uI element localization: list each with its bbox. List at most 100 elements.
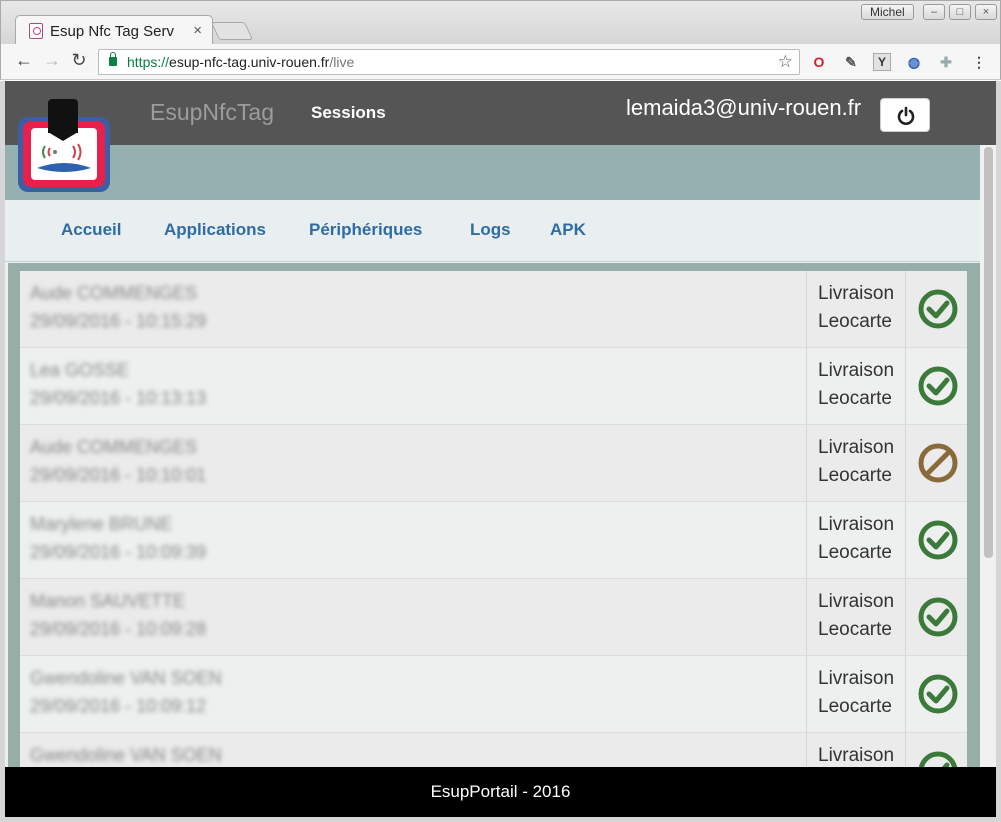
window-frame-right — [996, 81, 1001, 822]
browser-titlebar: Esup Nfc Tag Serv × Michel – □ × — [0, 0, 1001, 46]
session-datetime: 29/09/2016 - 10:09:39 — [30, 542, 207, 562]
status-cell — [907, 348, 967, 424]
session-datetime: 29/09/2016 - 10:09:28 — [30, 619, 207, 639]
back-icon[interactable]: ← — [13, 50, 35, 71]
eyedropper-icon[interactable]: ✎ — [841, 52, 861, 72]
reload-icon[interactable]: ↻ — [68, 50, 90, 71]
status-cell — [907, 579, 967, 655]
person-cell: Aude COMMENGES 29/09/2016 - 10:15:29 — [20, 271, 807, 347]
app-header: EsupNfcTag Sessions lemaida3@univ-rouen.… — [5, 81, 996, 145]
type-cell: Livraison Leocarte — [808, 425, 906, 501]
power-icon — [897, 106, 915, 125]
url-host: esup-nfc-tag.univ-rouen.fr — [169, 54, 330, 70]
type-label: Livraison — [818, 437, 895, 458]
tab-title: Esup Nfc Tag Serv — [50, 23, 174, 40]
table-row: Manon SAUVETTE 29/09/2016 - 10:09:28 Livra… — [20, 579, 967, 656]
tab-close-icon[interactable]: × — [193, 22, 202, 39]
person-name: Aude COMMENGES — [30, 437, 198, 457]
scrollbar-thumb[interactable] — [984, 147, 993, 558]
sessions-table: Aude COMMENGES 29/09/2016 - 10:15:29 Livra… — [20, 271, 967, 810]
sub-navigation: Accueil Applications Périphériques Logs … — [5, 200, 996, 262]
type-card: Leocarte — [818, 542, 892, 563]
bookmark-star-icon[interactable]: ☆ — [778, 52, 793, 72]
type-card: Leocarte — [818, 619, 892, 640]
url-path: /live — [329, 54, 355, 70]
table-row: Lea GOSSE 29/09/2016 - 10:13:13 Livraison L… — [20, 348, 967, 425]
person-name: Gwendoline VAN SOEN — [30, 668, 222, 688]
person-name: Gwendoline VAN SOEN — [30, 745, 222, 765]
lock-icon — [109, 52, 117, 66]
close-window-button[interactable]: × — [975, 4, 997, 20]
browser-toolbar: ← → ↻ https://esup-nfc-tag.univ-rouen.fr… — [0, 44, 1001, 80]
person-cell: Lea GOSSE 29/09/2016 - 10:13:13 — [20, 348, 807, 424]
logout-button[interactable] — [880, 98, 930, 132]
table-row: Aude COMMENGES 29/09/2016 - 10:10:01 Livra… — [20, 425, 967, 502]
nfc-tag-icon — [48, 99, 78, 141]
status-cell — [907, 656, 967, 732]
y-icon[interactable]: Y — [873, 53, 891, 71]
type-cell: Livraison Leocarte — [808, 502, 906, 578]
type-card: Leocarte — [818, 465, 892, 486]
opera-icon[interactable]: O — [809, 52, 829, 72]
user-email: lemaida3@univ-rouen.fr — [626, 95, 862, 120]
puzzle-icon[interactable]: ✚ — [936, 52, 956, 72]
nav-accueil[interactable]: Accueil — [61, 220, 121, 240]
type-label: Livraison — [818, 668, 895, 689]
footer-text: EsupPortail - 2016 — [430, 782, 571, 801]
status-cell — [907, 271, 967, 347]
success-check-icon — [918, 366, 958, 406]
sessions-panel: Aude COMMENGES 29/09/2016 - 10:15:29 Livra… — [8, 263, 981, 810]
os-user-badge[interactable]: Michel — [861, 4, 914, 20]
person-cell: Manon SAUVETTE 29/09/2016 - 10:09:28 — [20, 579, 807, 655]
type-cell: Livraison Leocarte — [808, 348, 906, 424]
success-check-icon — [918, 289, 958, 329]
page-footer: EsupPortail - 2016 — [5, 767, 996, 817]
table-row: Aude COMMENGES 29/09/2016 - 10:15:29 Livra… — [20, 271, 967, 348]
nav-apk[interactable]: APK — [550, 220, 586, 240]
type-label: Livraison — [818, 745, 895, 766]
person-cell: Aude COMMENGES 29/09/2016 - 10:10:01 — [20, 425, 807, 501]
page: EsupNfcTag Sessions lemaida3@univ-rouen.… — [5, 81, 996, 822]
url-text: https://esup-nfc-tag.univ-rouen.fr/live — [127, 54, 354, 70]
maximize-window-button[interactable]: □ — [949, 4, 971, 20]
minimize-window-button[interactable]: – — [923, 4, 945, 20]
table-row: Marylene BRUNE 29/09/2016 - 10:09:39 Livra… — [20, 502, 967, 579]
new-tab-button[interactable] — [210, 22, 254, 40]
session-datetime: 29/09/2016 - 10:13:13 — [30, 388, 207, 408]
type-cell: Livraison Leocarte — [808, 271, 906, 347]
type-card: Leocarte — [818, 388, 892, 409]
nav-applications[interactable]: Applications — [164, 220, 266, 240]
sessions-link[interactable]: Sessions — [311, 103, 386, 123]
type-label: Livraison — [818, 283, 895, 304]
status-cell — [907, 425, 967, 501]
type-cell: Livraison Leocarte — [808, 579, 906, 655]
type-label: Livraison — [818, 514, 895, 535]
nav-logs[interactable]: Logs — [470, 220, 511, 240]
nav-peripheriques[interactable]: Périphériques — [309, 220, 422, 240]
page-scrollbar[interactable] — [980, 145, 996, 767]
globe-icon[interactable]: ◍ — [904, 52, 924, 72]
browser-tab[interactable]: Esup Nfc Tag Serv × — [15, 15, 213, 46]
session-datetime: 29/09/2016 - 10:10:01 — [30, 465, 207, 485]
person-name: Aude COMMENGES — [30, 283, 198, 303]
success-check-icon — [918, 674, 958, 714]
menu-icon[interactable]: ⋮ — [969, 52, 989, 72]
person-name: Lea GOSSE — [30, 360, 130, 380]
banner-band — [5, 145, 996, 200]
session-datetime: 29/09/2016 - 10:15:29 — [30, 311, 207, 331]
nfc-favicon-icon — [29, 23, 43, 39]
brand-link[interactable]: EsupNfcTag — [150, 99, 274, 126]
person-cell: Gwendoline VAN SOEN 29/09/2016 - 10:09:12 — [20, 656, 807, 732]
address-bar[interactable]: https://esup-nfc-tag.univ-rouen.fr/live … — [98, 49, 800, 75]
type-card: Leocarte — [818, 311, 892, 332]
url-scheme: https:// — [127, 54, 170, 70]
success-check-icon — [918, 520, 958, 560]
session-datetime: 29/09/2016 - 10:09:12 — [30, 696, 207, 716]
forward-icon[interactable]: → — [41, 50, 63, 71]
window-frame-left — [0, 81, 5, 822]
type-cell: Livraison Leocarte — [808, 656, 906, 732]
person-name: Manon SAUVETTE — [30, 591, 186, 611]
table-row: Gwendoline VAN SOEN 29/09/2016 - 10:09:12… — [20, 656, 967, 733]
type-label: Livraison — [818, 360, 895, 381]
person-name: Marylene BRUNE — [30, 514, 173, 534]
